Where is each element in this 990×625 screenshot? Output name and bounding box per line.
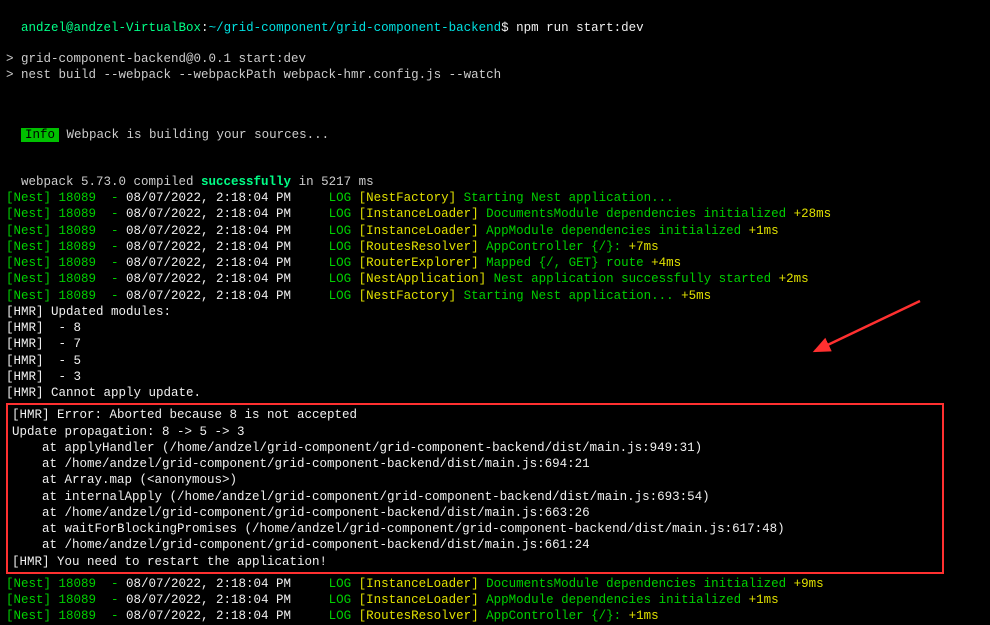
- compile-status: successfully: [201, 175, 291, 189]
- prompt-user: andzel@andzel-VirtualBox: [21, 21, 201, 35]
- nest-log-line: [Nest] 18089 - 08/07/2022, 2:18:04 PM LO…: [6, 271, 984, 287]
- hmr-error-line: [HMR] Error: Aborted because 8 is not ac…: [12, 407, 938, 423]
- hmr-error-line: at Array.map (<anonymous>): [12, 472, 938, 488]
- prompt-path: ~/grid-component/grid-component-backend: [209, 21, 502, 35]
- prompt-sep: :: [201, 21, 209, 35]
- hmr-line: [HMR] Cannot apply update.: [6, 385, 984, 401]
- hmr-error-line: [HMR] You need to restart the applicatio…: [12, 554, 938, 570]
- compile-line: webpack 5.73.0 compiled successfully in …: [6, 158, 984, 191]
- hmr-error-line: at internalApply (/home/andzel/grid-comp…: [12, 489, 938, 505]
- npm-output-line: > nest build --webpack --webpackPath web…: [6, 67, 984, 83]
- hmr-error-line: at /home/andzel/grid-component/grid-comp…: [12, 537, 938, 553]
- hmr-line: [HMR] - 5: [6, 353, 984, 369]
- npm-output-line: > grid-component-backend@0.0.1 start:dev: [6, 51, 984, 67]
- prompt-line: andzel@andzel-VirtualBox:~/grid-componen…: [6, 4, 984, 37]
- info-badge: Info: [21, 128, 59, 142]
- nest-log-line: [Nest] 18089 - 08/07/2022, 2:18:04 PM LO…: [6, 288, 984, 304]
- hmr-error-line: Update propagation: 8 -> 5 -> 3: [12, 424, 938, 440]
- hmr-line: [HMR] - 8: [6, 320, 984, 336]
- hmr-line: [HMR] - 3: [6, 369, 984, 385]
- nest-log-line: [Nest] 18089 - 08/07/2022, 2:18:04 PM LO…: [6, 576, 984, 592]
- hmr-error-line: at /home/andzel/grid-component/grid-comp…: [12, 456, 938, 472]
- hmr-line: [HMR] Updated modules:: [6, 304, 984, 320]
- nest-log-line: [Nest] 18089 - 08/07/2022, 2:18:04 PM LO…: [6, 239, 984, 255]
- nest-log-line: [Nest] 18089 - 08/07/2022, 2:18:04 PM LO…: [6, 190, 984, 206]
- hmr-line: [HMR] - 7: [6, 336, 984, 352]
- nest-log-line: [Nest] 18089 - 08/07/2022, 2:18:04 PM LO…: [6, 206, 984, 222]
- hmr-error-line: at applyHandler (/home/andzel/grid-compo…: [12, 440, 938, 456]
- info-line: Info Webpack is building your sources...: [6, 111, 984, 144]
- prompt-dollar: $: [501, 21, 509, 35]
- nest-log-line: [Nest] 18089 - 08/07/2022, 2:18:04 PM LO…: [6, 608, 984, 624]
- hmr-error-box: [HMR] Error: Aborted because 8 is not ac…: [6, 403, 944, 574]
- nest-log-line: [Nest] 18089 - 08/07/2022, 2:18:04 PM LO…: [6, 255, 984, 271]
- command-input[interactable]: npm run start:dev: [516, 21, 644, 35]
- nest-log-line: [Nest] 18089 - 08/07/2022, 2:18:04 PM LO…: [6, 223, 984, 239]
- hmr-error-line: at /home/andzel/grid-component/grid-comp…: [12, 505, 938, 521]
- hmr-error-line: at waitForBlockingPromises (/home/andzel…: [12, 521, 938, 537]
- nest-log-line: [Nest] 18089 - 08/07/2022, 2:18:04 PM LO…: [6, 592, 984, 608]
